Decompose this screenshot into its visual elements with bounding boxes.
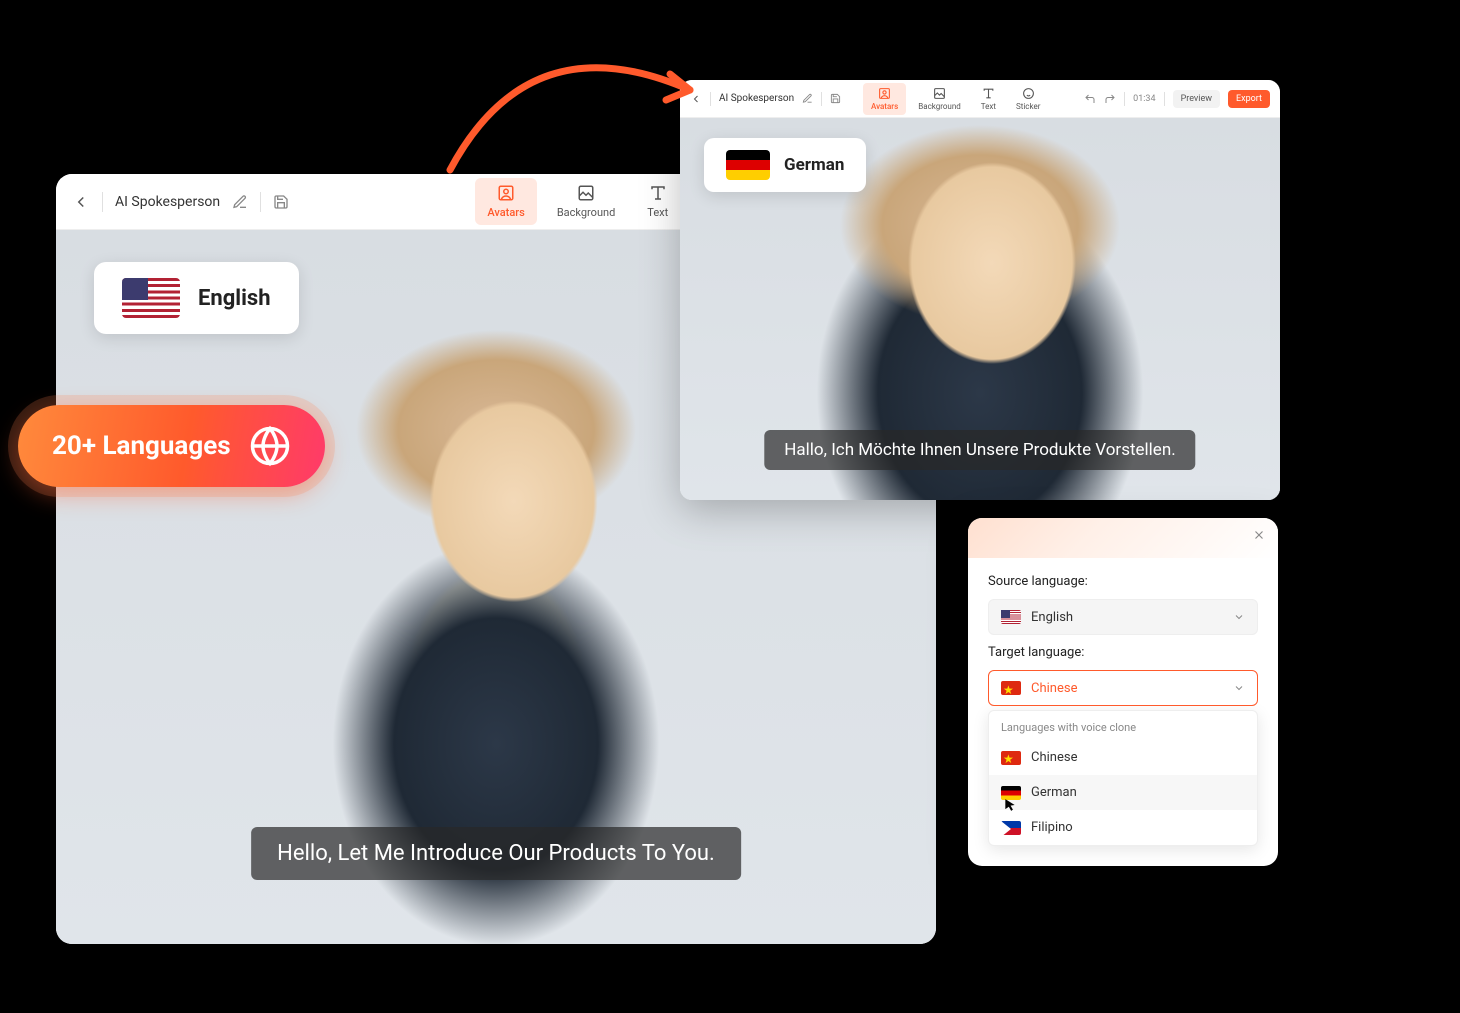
tab-label: Text xyxy=(647,206,668,219)
dropdown-item-label: German xyxy=(1031,785,1077,800)
tab-background[interactable]: Background xyxy=(910,83,969,115)
target-language-value: Chinese xyxy=(1031,681,1223,696)
save-icon[interactable] xyxy=(830,93,841,104)
avatar-icon xyxy=(878,87,891,100)
dropdown-item-german[interactable]: German xyxy=(989,775,1257,810)
panel-body: Source language: English Target language… xyxy=(968,558,1278,866)
de-flag-icon xyxy=(726,150,770,180)
tab-label: Avatars xyxy=(487,206,524,219)
edit-icon[interactable] xyxy=(232,194,248,210)
tab-avatars[interactable]: Avatars xyxy=(863,83,906,115)
close-icon[interactable] xyxy=(1252,528,1266,542)
project-title: AI Spokesperson xyxy=(719,93,794,104)
source-language-value: English xyxy=(1031,610,1223,625)
us-flag-icon xyxy=(122,278,180,318)
dropdown-item-label: Filipino xyxy=(1031,820,1073,835)
tab-label: Background xyxy=(557,206,615,219)
subtitle-caption: Hello, Let Me Introduce Our Products To … xyxy=(251,827,741,880)
dropdown-item-label: Chinese xyxy=(1031,750,1077,765)
editor-canvas[interactable]: German Hallo, Ich Möchte Ihnen Unsere Pr… xyxy=(680,118,1280,500)
us-flag-icon xyxy=(1001,610,1021,624)
languages-badge-text: 20+ Languages xyxy=(52,431,231,461)
divider xyxy=(1124,92,1125,106)
export-button[interactable]: Export xyxy=(1228,90,1270,108)
save-icon[interactable] xyxy=(273,194,289,210)
tab-label: Avatars xyxy=(871,102,898,111)
divider xyxy=(260,192,261,212)
divider xyxy=(102,192,103,212)
source-language-label: Source language: xyxy=(988,574,1258,589)
target-language-label: Target language: xyxy=(988,645,1258,660)
header-actions: 01:34 Preview Export xyxy=(1084,90,1270,108)
cn-flag-icon xyxy=(1001,751,1021,765)
language-chip-label: English xyxy=(198,286,271,311)
tab-label: Sticker xyxy=(1016,102,1040,111)
target-language-select[interactable]: Chinese xyxy=(988,670,1258,706)
background-icon xyxy=(933,87,946,100)
chevron-down-icon xyxy=(1233,682,1245,694)
duration-display: 01:34 xyxy=(1133,94,1155,104)
text-icon xyxy=(982,87,995,100)
tab-label: Background xyxy=(918,102,961,111)
redo-icon[interactable] xyxy=(1104,93,1116,105)
secondary-editor-window: AI Spokesperson Avatars Background Text xyxy=(680,80,1280,500)
project-title: AI Spokesperson xyxy=(115,194,220,210)
dropdown-item-filipino[interactable]: Filipino xyxy=(989,810,1257,845)
subtitle-caption: Hallo, Ich Möchte Ihnen Unsere Produkte … xyxy=(764,430,1195,470)
edit-icon[interactable] xyxy=(802,93,813,104)
tab-label: Text xyxy=(981,102,996,111)
editor-header: AI Spokesperson Avatars Background Text xyxy=(680,80,1280,118)
preview-button[interactable]: Preview xyxy=(1173,90,1220,108)
divider xyxy=(821,92,822,106)
target-language-dropdown: Languages with voice clone Chinese Germa… xyxy=(988,710,1258,846)
divider xyxy=(1164,92,1165,106)
tab-text[interactable]: Text xyxy=(973,83,1004,115)
language-selection-panel: Source language: English Target language… xyxy=(968,518,1278,866)
back-icon[interactable] xyxy=(72,193,90,211)
dropdown-item-chinese[interactable]: Chinese xyxy=(989,740,1257,775)
languages-badge: 20+ Languages xyxy=(18,405,325,487)
language-chip-label: German xyxy=(784,155,844,175)
cn-flag-icon xyxy=(1001,681,1021,695)
sticker-icon xyxy=(1022,87,1035,100)
panel-header xyxy=(968,518,1278,558)
editor-tabs: Avatars Background Text Sticker xyxy=(863,83,1048,115)
ph-flag-icon xyxy=(1001,821,1021,835)
dropdown-heading: Languages with voice clone xyxy=(989,711,1257,740)
language-chip-english: English xyxy=(94,262,299,334)
tab-sticker[interactable]: Sticker xyxy=(1008,83,1048,115)
source-language-select[interactable]: English xyxy=(988,599,1258,635)
globe-icon xyxy=(249,425,291,467)
chevron-down-icon xyxy=(1233,611,1245,623)
transition-arrow xyxy=(430,30,730,190)
undo-icon[interactable] xyxy=(1084,93,1096,105)
